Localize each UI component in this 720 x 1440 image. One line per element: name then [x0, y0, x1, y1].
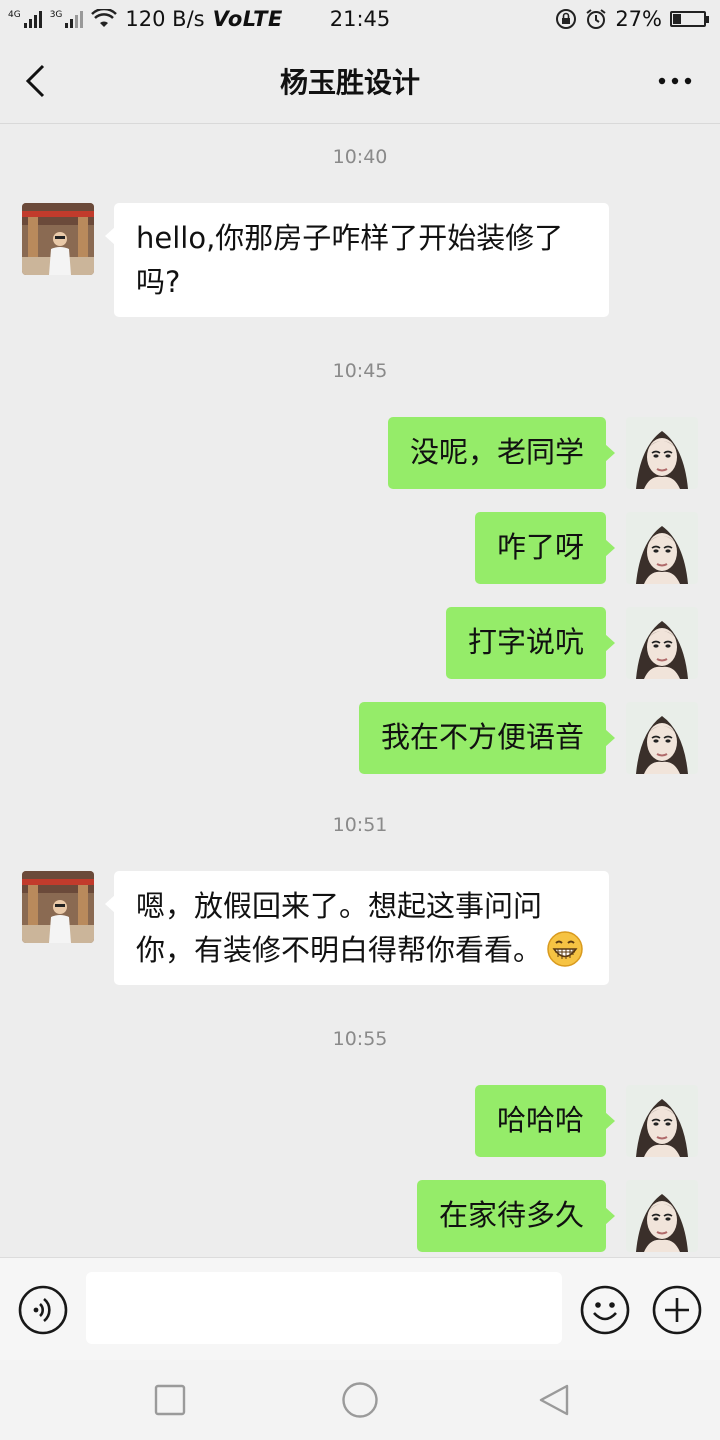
contact-photo: [22, 203, 94, 275]
my-avatar[interactable]: [626, 1180, 698, 1252]
more-functions-button[interactable]: [652, 1285, 702, 1335]
message-list[interactable]: 10:40 hello,你那房子咋样了开始装修了吗? 10:45 没呢，老同学 …: [0, 124, 720, 1257]
home-button[interactable]: [340, 1380, 380, 1420]
battery-fill: [673, 14, 681, 24]
system-nav-bar: [0, 1360, 720, 1440]
status-right: 27%: [555, 7, 709, 31]
my-avatar[interactable]: [626, 417, 698, 489]
message-text: 嗯，放假回来了。想起这事问问你，有装修不明白得帮你看看。: [136, 889, 543, 967]
chevron-left-icon: [25, 64, 45, 97]
message-bubble-outgoing[interactable]: 咋了呀: [474, 512, 616, 584]
my-photo: [626, 607, 698, 679]
battery-icon: [670, 11, 709, 27]
message-input[interactable]: [86, 1272, 562, 1344]
my-avatar[interactable]: [626, 1085, 698, 1157]
message-bubble-outgoing[interactable]: 我在不方便语音: [358, 702, 616, 774]
message-bubble-outgoing[interactable]: 哈哈哈: [474, 1085, 616, 1157]
wifi-icon: [91, 9, 118, 27]
message-bubble-incoming[interactable]: 嗯，放假回来了。想起这事问问你，有装修不明白得帮你看看。: [105, 871, 609, 985]
voice-icon: [18, 1285, 68, 1335]
timestamp: 10:40: [332, 146, 388, 168]
timestamp: 10:51: [332, 814, 388, 836]
smiley-icon: [580, 1285, 630, 1335]
triangle-back-icon: [539, 1384, 569, 1416]
my-avatar[interactable]: [626, 512, 698, 584]
square-icon: [154, 1384, 186, 1416]
my-avatar[interactable]: [626, 607, 698, 679]
circle-icon: [342, 1382, 378, 1418]
message-bubble-outgoing[interactable]: 没呢，老同学: [387, 417, 616, 489]
grinning-face-emoji: [547, 931, 583, 967]
network-speed: 120 B/s: [125, 7, 205, 31]
my-photo: [626, 1085, 698, 1157]
chat-title: 杨玉胜设计: [279, 65, 420, 99]
signal-4g-icon: 4G: [8, 10, 42, 28]
rotation-lock-icon: [556, 9, 577, 29]
contact-avatar[interactable]: [22, 203, 94, 275]
emoji-button[interactable]: [580, 1285, 630, 1335]
status-left: 4G 3G 120 B/s VoLTE: [8, 7, 283, 31]
contact-avatar[interactable]: [22, 871, 94, 943]
more-dots-icon: [658, 77, 692, 84]
my-photo: [626, 1180, 698, 1252]
message-bubble-incoming[interactable]: hello,你那房子咋样了开始装修了吗?: [105, 203, 609, 317]
signal-3g-icon: 3G: [50, 10, 84, 28]
message-bubble-outgoing[interactable]: 在家待多久: [416, 1180, 616, 1252]
plus-icon: [652, 1285, 702, 1335]
voice-button[interactable]: [18, 1285, 68, 1335]
alarm-icon: [586, 9, 606, 29]
back-button[interactable]: [0, 38, 70, 124]
contact-photo: [22, 871, 94, 943]
my-photo: [626, 417, 698, 489]
recent-apps-button[interactable]: [150, 1380, 190, 1420]
my-photo: [626, 512, 698, 584]
more-button[interactable]: [630, 38, 720, 124]
timestamp: 10:45: [332, 360, 388, 382]
status-bar: 4G 3G 120 B/s VoLTE 21:45 27%: [0, 0, 720, 38]
timestamp: 10:55: [332, 1028, 388, 1050]
chat-header: 杨玉胜设计: [0, 38, 720, 124]
message-bubble-outgoing[interactable]: 打字说吭: [445, 607, 616, 679]
my-photo: [626, 702, 698, 774]
nav-back-button[interactable]: [534, 1380, 574, 1420]
volte-label: VoLTE: [212, 7, 283, 31]
my-avatar[interactable]: [626, 702, 698, 774]
battery-percent: 27%: [615, 7, 662, 31]
input-bar: [0, 1257, 720, 1360]
